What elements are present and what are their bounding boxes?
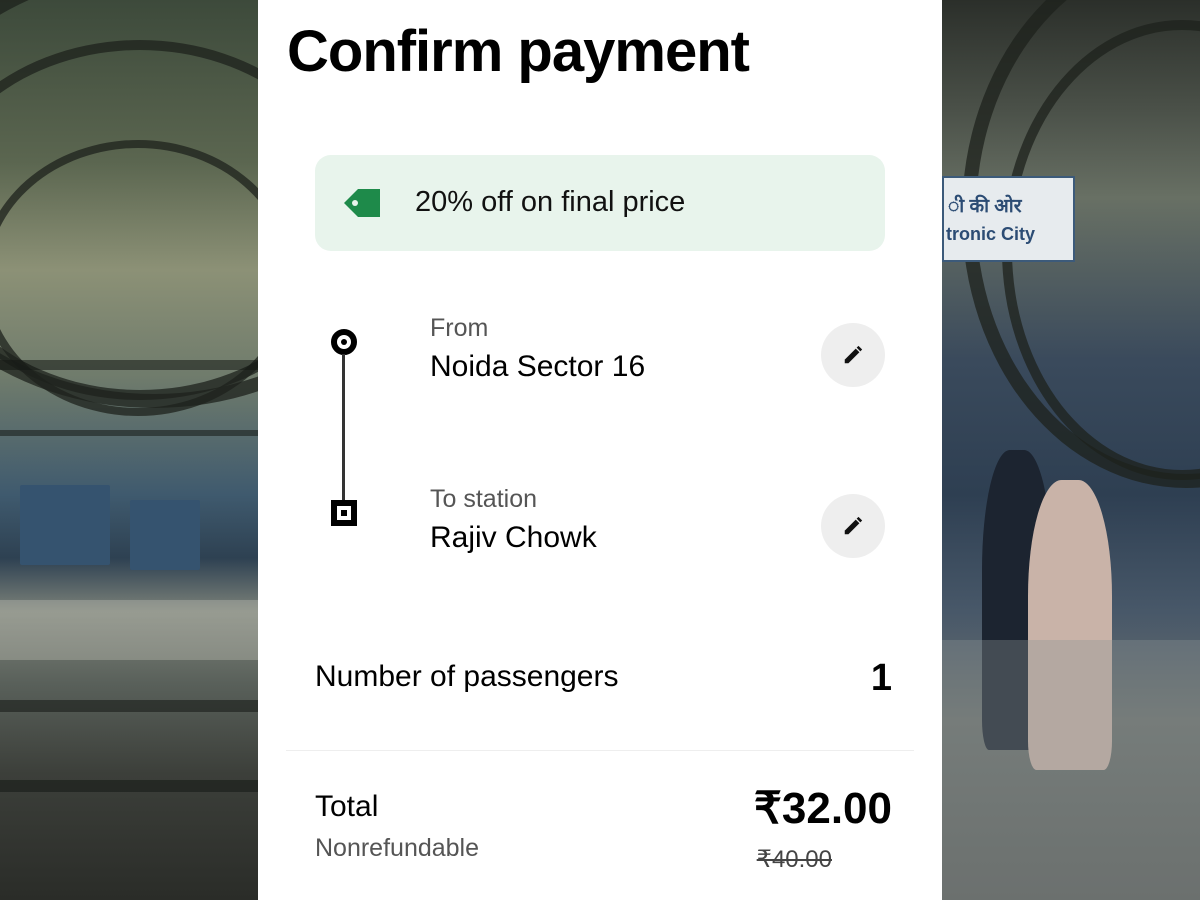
seats (130, 500, 200, 570)
from-value: Noida Sector 16 (430, 350, 646, 383)
pencil-icon (844, 345, 863, 364)
station-sign-line-2: tronic City (946, 224, 1036, 244)
route-line (342, 354, 345, 502)
platform-floor (942, 640, 1200, 900)
original-price: ₹40.00 (756, 846, 832, 873)
page-title: Confirm payment (287, 19, 750, 84)
tag-icon (344, 189, 380, 217)
station-arch (0, 140, 258, 416)
passengers-count[interactable]: 1 (871, 657, 892, 700)
roof-beam (0, 430, 258, 436)
to-value: Rajiv Chowk (430, 521, 597, 554)
background-photo-right (942, 0, 1200, 900)
total-subtitle: Nonrefundable (315, 834, 480, 862)
track-rail (0, 780, 258, 792)
seats (20, 485, 110, 565)
to-label: To station (430, 485, 538, 513)
total-price: ₹32.00 (753, 784, 892, 833)
total-label: Total (315, 790, 379, 823)
promo-banner: 20% off on final price (315, 155, 885, 251)
promo-text: 20% off on final price (415, 186, 686, 218)
pencil-icon (844, 516, 863, 535)
track-rail (0, 700, 258, 712)
station-sign-line-1: ी की ओर (948, 196, 1022, 217)
platform (0, 600, 258, 660)
roof-beam (0, 360, 258, 370)
destination-marker-icon (331, 500, 357, 526)
edit-from-button[interactable] (821, 323, 885, 387)
from-label: From (430, 314, 489, 342)
payment-card: Confirm payment 20% off on final price F… (258, 0, 942, 900)
station-sign: ी की ओर tronic City (942, 176, 1075, 262)
origin-marker-icon (331, 329, 357, 355)
background-photo-left (0, 0, 258, 900)
divider (286, 750, 914, 751)
passengers-label: Number of passengers (315, 660, 619, 693)
edit-to-button[interactable] (821, 494, 885, 558)
